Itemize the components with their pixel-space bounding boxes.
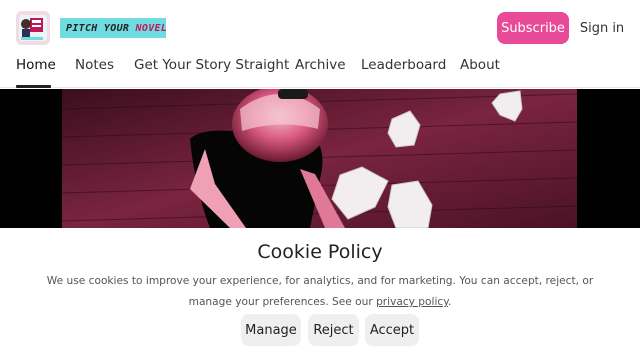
- subscribe-button[interactable]: Subscribe: [497, 12, 569, 44]
- active-tab-indicator: [16, 85, 51, 88]
- accept-cookies-button[interactable]: Accept: [365, 314, 419, 346]
- publication-logo-icon[interactable]: [16, 11, 50, 45]
- cookie-button-group: Manage Reject Accept: [0, 314, 640, 346]
- sign-in-button[interactable]: Sign in: [578, 12, 626, 44]
- privacy-policy-link[interactable]: privacy policy: [376, 296, 448, 308]
- nav-item-notes[interactable]: Notes: [75, 57, 114, 73]
- cookie-banner-text: We use cookies to improve your experienc…: [28, 271, 612, 313]
- nav-item-home[interactable]: Home: [16, 57, 56, 73]
- wordmark-text-part2: NOVEL: [135, 22, 168, 34]
- cookie-text-end: .: [447, 296, 452, 308]
- manage-cookies-button[interactable]: Manage: [241, 314, 301, 346]
- hero-image: [0, 89, 640, 228]
- site-header: PITCH YOUR NOVEL Subscribe Sign in Home …: [0, 0, 640, 88]
- publication-wordmark[interactable]: PITCH YOUR NOVEL: [60, 18, 168, 38]
- cookie-banner: Cookie Policy We use cookies to improve …: [0, 228, 640, 360]
- nav-item-leaderboard[interactable]: Leaderboard: [361, 57, 446, 73]
- nav-item-get-your-story-straight[interactable]: Get Your Story Straight: [134, 57, 289, 73]
- wordmark-text-part1: PITCH YOUR: [66, 22, 130, 34]
- nav-item-archive[interactable]: Archive: [295, 57, 346, 73]
- cookie-banner-title: Cookie Policy: [257, 241, 383, 263]
- reject-cookies-button[interactable]: Reject: [308, 314, 359, 346]
- main-navigation: Home Notes Get Your Story Straight Archi…: [0, 52, 640, 88]
- cookie-text-body: We use cookies to improve your experienc…: [46, 275, 594, 308]
- nav-item-about[interactable]: About: [460, 57, 500, 73]
